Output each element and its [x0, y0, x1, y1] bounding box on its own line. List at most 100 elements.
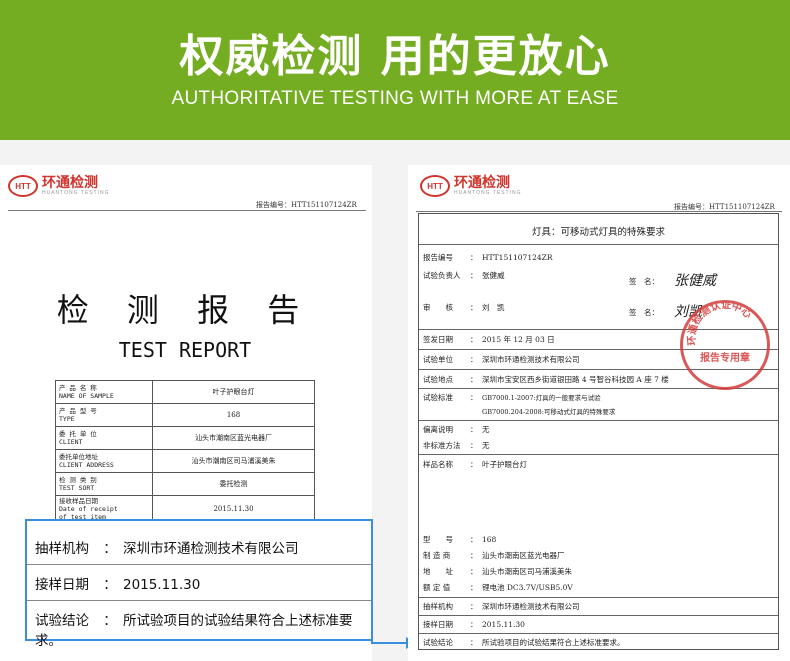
row-label: 试验结论 — [423, 638, 453, 647]
row-sampling-org: 抽样机构 ： 深圳市环通检测技术有限公司 — [423, 601, 580, 612]
banner-subtitle: AUTHORITATIVE TESTING WITH MORE AT EASE — [171, 88, 619, 109]
row-receive-date: 接样日期 ： 2015.11.30 — [423, 619, 525, 630]
row-reviewer: 审 核 ： 刘 凯 — [423, 302, 505, 313]
row-colon: ： — [470, 355, 478, 364]
row-value: 2015.11.30 — [482, 620, 525, 629]
row-model: 型 号 ： 168 — [423, 534, 496, 545]
row-colon: ： — [470, 620, 478, 629]
row-label: 偏离说明 — [423, 425, 453, 434]
htt-logo-icon: HTT — [8, 175, 38, 197]
row-label: 试验标准 — [423, 393, 453, 402]
row-standard-2: GB7000.204-2008:可移动式灯具的特殊要求 — [482, 408, 616, 416]
table-row: 检 测 类 别 TEST SORT 委托检测 — [55, 472, 315, 496]
right-info-table: 灯具：可移动式灯具的特殊要求 报告编号 ： HTT151107124ZR 试验负责人… — [418, 213, 779, 650]
row-colon: ： — [470, 583, 478, 592]
row-label: 报告编号 — [423, 253, 453, 262]
zoom-callout-box: 抽样机构 ： 深圳市环通检测技术有限公司 接样日期 ： 2015.11.30 试验结论 ：… — [25, 519, 373, 649]
row-label-cn: 检 测 类 别 — [59, 476, 97, 484]
logo-name-en: HUANTONG TESTING — [42, 190, 110, 196]
row-value: 深圳市环通检测技术有限公司 — [482, 602, 580, 611]
row-value: GB7000.1-2007:灯具的一般要求与试验 — [482, 394, 601, 402]
row-label-cn: 委 托 单 位 — [59, 430, 97, 438]
left-header-rule — [8, 210, 366, 211]
row-label-en: NAME OF SAMPLE — [59, 392, 114, 400]
report-title-en: TEST REPORT — [118, 338, 252, 362]
logo-name-cn: 环通检测 — [42, 175, 98, 191]
row-value: 叶子护眼台灯 — [152, 380, 315, 404]
left-logo: HTT 环通检测 HUANTONG TESTING — [8, 175, 110, 197]
row-divider — [419, 420, 778, 421]
row-colon: ： — [470, 253, 478, 262]
row-colon: ： — [470, 303, 478, 312]
row-label: 签发日期 — [423, 335, 453, 344]
row-divider — [419, 454, 778, 455]
zoom-row-conclusion: 试验结论：所试验项目的试验结果符合上述标准要求。 — [35, 609, 371, 649]
row-label-en: CLIENT — [59, 438, 83, 446]
row-label-en: Date of receipt — [59, 505, 118, 513]
row-value: 汕头市潮南区蓝光电器厂 — [152, 426, 315, 450]
zoom-value: 深圳市环通检测技术有限公司 — [123, 541, 299, 557]
zoom-value: 2015.11.30 — [123, 577, 201, 593]
row-value: 无 — [482, 425, 490, 434]
row-colon: ： — [470, 567, 478, 576]
row-colon: ： — [470, 375, 478, 384]
row-standard: 试验标准 ： GB7000.1-2007:灯具的一般要求与试验 — [423, 392, 601, 403]
row-value: 汕头市潮南区司马浦溪美朱 — [482, 567, 572, 576]
row-test-unit: 试验单位 ： 深圳市环通检测技术有限公司 — [423, 354, 580, 365]
row-label: 非标准方法 — [423, 441, 461, 450]
official-seal-stamp: 环通检测认证中心 报告专用章 — [680, 300, 770, 390]
zoom-colon: ： — [103, 541, 117, 557]
row-label-en: TEST SORT — [59, 484, 95, 492]
row-label: 接样日期 — [423, 620, 453, 629]
row-manufacturer: 制 造 商 ： 汕头市潮南区蓝光电器厂 — [423, 550, 565, 561]
row-label: 制 造 商 — [423, 551, 451, 560]
row-label: 试验单位 — [423, 355, 453, 364]
banner-title: 权威检测 用的更放心 — [179, 31, 611, 82]
row-tester: 试验负责人 ： 张健威 — [423, 270, 505, 281]
row-value: 所试验项目的试验结果符合上述标准要求。 — [482, 638, 625, 647]
row-label: 额 定 值 — [423, 583, 451, 592]
row-colon: ： — [470, 602, 478, 611]
row-issue-date: 签发日期 ： 2015 年 12 月 03 日 — [423, 334, 555, 345]
header-banner: 权威检测 用的更放心 AUTHORITATIVE TESTING WITH MO… — [0, 0, 790, 140]
row-colon: ： — [470, 393, 478, 402]
row-label-en: TYPE — [59, 415, 75, 423]
row-value: 168 — [482, 535, 497, 544]
row-non-standard: 非标准方法 ： 无 — [423, 440, 490, 451]
htt-logo-icon: HTT — [420, 175, 450, 197]
row-colon: ： — [470, 460, 478, 469]
zoom-colon: ： — [103, 577, 117, 593]
zoom-row-receive-date: 接样日期 ： 2015.11.30 — [35, 573, 200, 593]
row-value: 2015 年 12 月 03 日 — [482, 335, 555, 344]
table-row: 委 托 单 位 CLIENT 汕头市潮南区蓝光电器厂 — [55, 426, 315, 450]
report-title-cn: 检 测 报 告 — [56, 291, 314, 329]
row-label: 试验负责人 — [423, 271, 461, 280]
row-label: 审 核 — [423, 303, 453, 312]
row-label: 抽样机构 — [423, 602, 453, 611]
zoom-divider — [27, 564, 371, 565]
row-label: 型 号 — [423, 535, 453, 544]
row-report-no: 报告编号 ： HTT151107124ZR — [423, 252, 553, 263]
table-row: 委托单位地址 CLIENT ADDRESS 汕头市潮南区司马浦溪美朱 — [55, 449, 315, 473]
row-sample-name: 样品名称 ： 叶子护眼台灯 — [423, 459, 527, 470]
row-value: 汕头市潮南区司马浦溪美朱 — [152, 449, 315, 473]
table-title: 灯具：可移动式灯具的特殊要求 — [531, 227, 665, 238]
left-info-table: 产 品 名 称 NAME OF SAMPLE 叶子护眼台灯 产 品 型 号 TYPE… — [55, 380, 315, 523]
right-header-rule — [416, 211, 782, 212]
row-label-cn: 接收样品日期 — [59, 497, 98, 505]
tester-signature: 张健威 — [674, 273, 716, 289]
row-label: 地 址 — [423, 567, 453, 576]
zoom-label: 试验结论 — [35, 613, 89, 629]
seal-ring-text: 环通检测认证中心 — [686, 303, 754, 346]
logo-name-cn: 环通检测 — [454, 175, 510, 191]
row-label: 试验地点 — [423, 375, 453, 384]
row-value: 深圳市环通检测技术有限公司 — [482, 355, 580, 364]
zoom-divider — [27, 600, 371, 601]
seal-icon: 环通检测认证中心 报告专用章 — [686, 303, 754, 364]
row-value: 叶子护眼台灯 — [482, 460, 527, 469]
row-label-cn: 产 品 名 称 — [59, 384, 97, 392]
row-value: 刘 凯 — [482, 303, 505, 312]
row-address: 地 址 ： 汕头市潮南区司马浦溪美朱 — [423, 566, 572, 577]
row-label-cn: 委托单位地址 — [59, 453, 98, 461]
zoom-row-sampling-org: 抽样机构 ： 深圳市环通检测技术有限公司 — [35, 537, 299, 557]
